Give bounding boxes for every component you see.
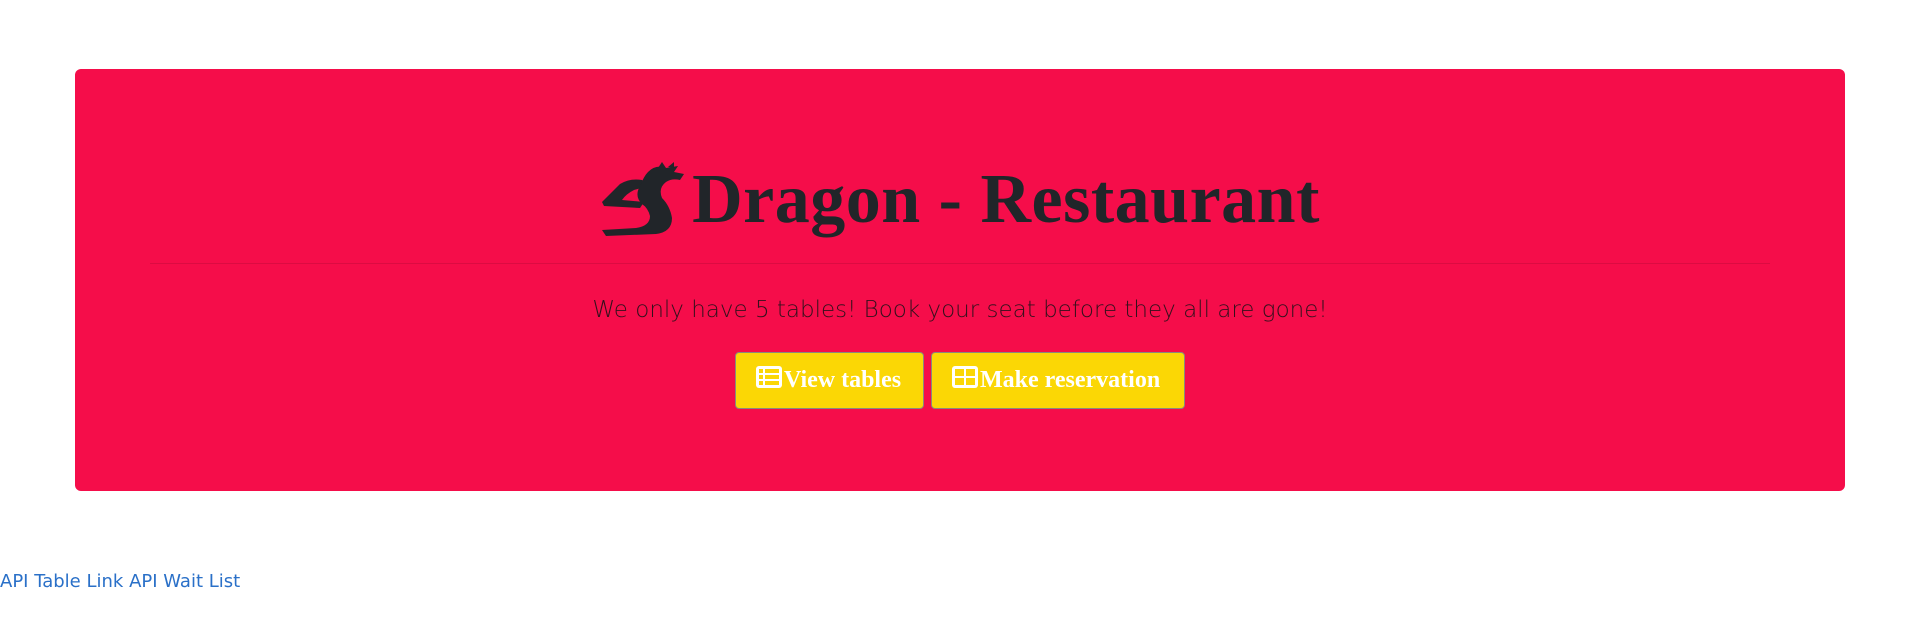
footer-links: API Table Link API Wait List [0, 571, 240, 592]
api-wait-list-link[interactable]: API Wait List [129, 571, 240, 592]
hero-jumbotron: Dragon - Restaurant We only have 5 table… [75, 69, 1845, 491]
make-reservation-button[interactable]: Make reservation [931, 352, 1185, 409]
title-row: Dragon - Restaurant [75, 155, 1845, 245]
make-reservation-label: Make reservation [980, 367, 1161, 393]
view-tables-button[interactable]: View tables [735, 352, 924, 409]
page-title: Dragon - Restaurant [692, 161, 1320, 238]
button-row: View tables Make reservation [75, 352, 1845, 409]
view-tables-label: View tables [784, 367, 902, 393]
dragon-icon [600, 162, 692, 238]
api-table-link[interactable]: API Table Link [0, 571, 123, 592]
divider [150, 263, 1770, 264]
list-icon [756, 366, 784, 395]
table-icon [952, 366, 980, 395]
hero-subtitle: We only have 5 tables! Book your seat be… [592, 297, 1328, 323]
